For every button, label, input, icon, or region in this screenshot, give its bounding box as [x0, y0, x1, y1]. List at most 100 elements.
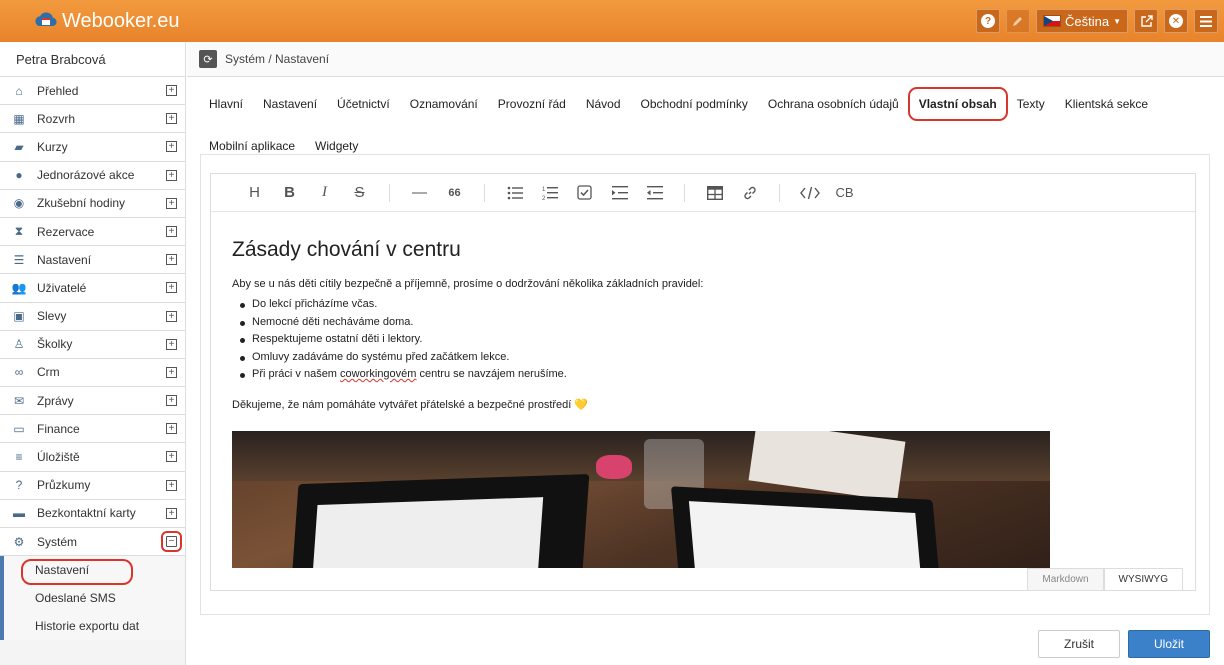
expand-icon[interactable]: +: [166, 169, 177, 181]
question-circle-icon: ?: [981, 14, 995, 28]
svg-text:1: 1: [542, 187, 546, 193]
sidebar-item-zprávy[interactable]: ✉ Zprávy +: [0, 387, 185, 416]
tab-provozní-řád[interactable]: Provozní řád: [488, 91, 576, 117]
tab-účetnictví[interactable]: Účetnictví: [327, 91, 400, 117]
markdown-mode-tab[interactable]: Markdown: [1027, 568, 1104, 590]
expand-icon[interactable]: +: [166, 423, 177, 435]
sidebar-item-crm[interactable]: ∞ Crm +: [0, 358, 185, 388]
link-icon: [743, 186, 756, 199]
code-block-tool[interactable]: CB: [827, 181, 862, 205]
link-tool[interactable]: [732, 181, 767, 205]
expand-icon[interactable]: +: [166, 85, 177, 96]
sidebar-item-nastavení[interactable]: ☰ Nastavení +: [0, 246, 185, 275]
refresh-icon[interactable]: ⟳: [199, 50, 217, 68]
horizontal-line-tool[interactable]: —: [402, 181, 437, 205]
bold-tool[interactable]: B: [272, 181, 307, 205]
submenu-item-label: Odeslané SMS: [35, 591, 116, 606]
language-select[interactable]: Čeština ▼: [1036, 9, 1128, 33]
main-content: ⟳ Systém / Nastavení Hlavní Nastavení Účet…: [187, 42, 1224, 665]
expand-icon[interactable]: +: [166, 225, 177, 237]
collapse-icon[interactable]: −: [161, 531, 182, 552]
outdent-tool[interactable]: [637, 181, 672, 205]
tab-oznamování[interactable]: Oznamování: [400, 91, 488, 117]
tab-ochrana-osobních-údajů[interactable]: Ochrana osobních údajů: [758, 91, 909, 117]
horizontal-line-icon: —: [412, 184, 427, 201]
expand-icon[interactable]: +: [166, 366, 177, 378]
ordered-list-tool[interactable]: 12: [532, 181, 567, 205]
sidebar-item-label: Systém: [37, 534, 78, 549]
submenu-item[interactable]: Odeslané SMS: [4, 584, 185, 612]
bullet-list-tool[interactable]: [497, 181, 532, 205]
task-list-tool[interactable]: [567, 181, 602, 205]
expand-icon[interactable]: +: [166, 310, 177, 322]
user-name[interactable]: Petra Brabcová: [0, 42, 185, 77]
code-tool[interactable]: [792, 181, 827, 205]
editor-toolbar: H B I S — 66 12 CB: [211, 174, 1195, 212]
tab-návod[interactable]: Návod: [576, 91, 631, 117]
tab-klientská-sekce[interactable]: Klientská sekce: [1055, 91, 1158, 117]
breadcrumb: Systém / Nastavení: [225, 52, 330, 66]
tab-vlastní-obsah[interactable]: Vlastní obsah: [907, 87, 1008, 121]
italic-tool[interactable]: I: [307, 181, 342, 205]
cancel-button[interactable]: Zrušit: [1038, 630, 1120, 658]
spellcheck-flagged-word[interactable]: coworkingovém: [340, 368, 416, 380]
expand-icon[interactable]: +: [166, 507, 177, 519]
expand-icon[interactable]: +: [166, 479, 177, 491]
sidebar-item-jednorázové-akce[interactable]: ● Jednorázové akce +: [0, 161, 185, 190]
sidebar-item-kurzy[interactable]: ▰ Kurzy +: [0, 133, 185, 162]
expand-icon[interactable]: +: [166, 395, 177, 407]
indent-icon: [611, 185, 628, 199]
tab-nastavení[interactable]: Nastavení: [253, 91, 327, 117]
book-icon: ▰: [14, 139, 24, 154]
strikethrough-tool[interactable]: S: [342, 181, 377, 205]
logout-button[interactable]: ✕: [1164, 9, 1188, 33]
brand-logo[interactable]: Webooker.eu: [34, 8, 180, 34]
sidebar-item-slevy[interactable]: ▣ Slevy +: [0, 302, 185, 331]
expand-icon[interactable]: +: [166, 197, 177, 209]
sidebar-item-uživatelé[interactable]: 👥 Uživatelé +: [0, 274, 185, 303]
sidebar-item-bezkontaktní-karty[interactable]: ▬ Bezkontaktní karty +: [0, 499, 185, 528]
sidebar-item-label: Přehled: [37, 83, 79, 98]
question-icon: ?: [15, 478, 23, 493]
sidebar-item-finance[interactable]: ▭ Finance +: [0, 415, 185, 444]
expand-icon[interactable]: +: [166, 338, 177, 350]
external-link-button[interactable]: [1134, 9, 1158, 33]
submenu-item[interactable]: Nastavení: [4, 556, 185, 586]
save-button[interactable]: Uložit: [1128, 630, 1210, 658]
expand-icon[interactable]: +: [166, 113, 177, 125]
expand-icon[interactable]: +: [166, 254, 177, 266]
sidebar-item-zkušební-hodiny[interactable]: ◉ Zkušební hodiny +: [0, 189, 185, 218]
expand-icon[interactable]: +: [166, 282, 177, 294]
outdent-icon: [646, 185, 663, 199]
submenu-item-label: Nastavení: [35, 563, 90, 578]
sidebar-item-školky[interactable]: ♙ Školky +: [0, 330, 185, 359]
sidebar-item-systém[interactable]: ⚙ Systém −: [0, 528, 185, 557]
bullet-list-icon: [507, 186, 523, 199]
wysiwyg-mode-tab[interactable]: WYSIWYG: [1103, 568, 1183, 590]
tab-hlavní[interactable]: Hlavní: [199, 91, 253, 117]
edit-button[interactable]: [1006, 9, 1030, 33]
quote-tool[interactable]: 66: [437, 181, 472, 205]
strikethrough-icon: S: [354, 184, 365, 201]
indent-tool[interactable]: [602, 181, 637, 205]
sidebar-item-rezervace[interactable]: ⧗ Rezervace +: [0, 217, 185, 247]
toolbar-divider: [484, 183, 485, 202]
heading-tool[interactable]: H: [237, 181, 272, 205]
submenu-item[interactable]: Historie exportu dat: [4, 612, 185, 640]
tab-texty[interactable]: Texty: [1007, 91, 1055, 117]
tab-obchodní-podmínky[interactable]: Obchodní podmínky: [631, 91, 758, 117]
sidebar-item-průzkumy[interactable]: ? Průzkumy +: [0, 471, 185, 500]
sidebar-item-label: Rozvrh: [37, 111, 76, 126]
editor-content[interactable]: Zásady chování v centru Aby se u nás dět…: [211, 212, 1195, 568]
submenu-item-label: Historie exportu dat: [35, 619, 140, 634]
document-title: Zásady chování v centru: [232, 238, 461, 261]
main-menu-button[interactable]: [1194, 9, 1218, 33]
expand-icon[interactable]: +: [166, 451, 177, 463]
sidebar-item-přehled[interactable]: ⌂ Přehled +: [0, 77, 185, 106]
sidebar-item-úložiště[interactable]: ≡ Úložiště +: [0, 443, 185, 472]
sidebar-item-label: Zprávy: [37, 393, 74, 408]
sidebar-item-rozvrh[interactable]: ▦ Rozvrh +: [0, 105, 185, 134]
table-tool[interactable]: [697, 181, 732, 205]
help-button[interactable]: ?: [976, 9, 1000, 33]
expand-icon[interactable]: +: [166, 141, 177, 153]
